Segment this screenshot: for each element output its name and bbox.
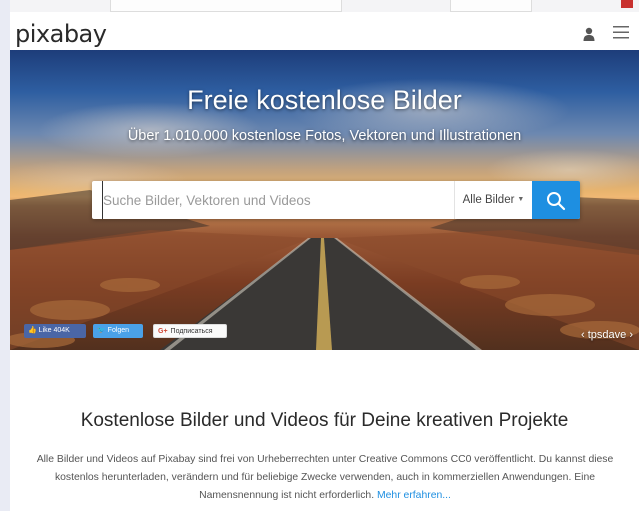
hero-subtitle: Über 1.010.000 kostenlose Fotos, Vektore… xyxy=(127,128,522,144)
hero-title: Freie kostenlose Bilder xyxy=(187,85,462,115)
hamburger-menu-icon[interactable] xyxy=(613,26,629,39)
search-input[interactable] xyxy=(102,181,443,219)
search-bar: Alle Bilder▼ xyxy=(92,181,580,219)
description-text: Alle Bilder und Videos auf Pixabay sind … xyxy=(36,454,614,501)
search-icon xyxy=(547,192,566,211)
twitter-follow-button[interactable]: 🐦 Folgen xyxy=(93,324,143,338)
image-type-selected: Alle Bilder xyxy=(462,194,515,207)
googleplus-subscribe-button[interactable]: G+ Подписаться xyxy=(153,324,227,338)
user-icon[interactable] xyxy=(583,27,595,41)
twitter-bird-icon: 🐦 xyxy=(97,327,106,334)
learn-more-link[interactable]: Mehr erfahren... xyxy=(377,490,451,501)
thumbs-up-icon: 👍 xyxy=(28,327,37,334)
search-button[interactable] xyxy=(532,181,580,219)
image-type-dropdown[interactable]: Alle Bilder ▼ xyxy=(454,181,532,219)
page: pixabay Freie kostenlose Bilder Über 1.0… xyxy=(10,0,639,511)
photo-credit[interactable]: ‹ tpsdave › xyxy=(581,329,633,341)
section-title: Kostenlose Bilder und Videos für Deine k… xyxy=(80,410,569,431)
facebook-like-button[interactable]: 👍 Like 404K xyxy=(24,324,86,338)
site-header: pixabay xyxy=(10,12,639,50)
caret-down-icon: ▼ xyxy=(517,196,525,203)
browser-extension-icon[interactable] xyxy=(621,0,633,8)
section-description: Alle Bilder und Videos auf Pixabay sind … xyxy=(32,451,618,505)
hero-banner: Freie kostenlose Bilder Über 1.010.000 k… xyxy=(10,50,639,350)
googleplus-icon: G+ xyxy=(158,328,168,335)
pixabay-logo[interactable]: pixabay xyxy=(15,20,107,48)
